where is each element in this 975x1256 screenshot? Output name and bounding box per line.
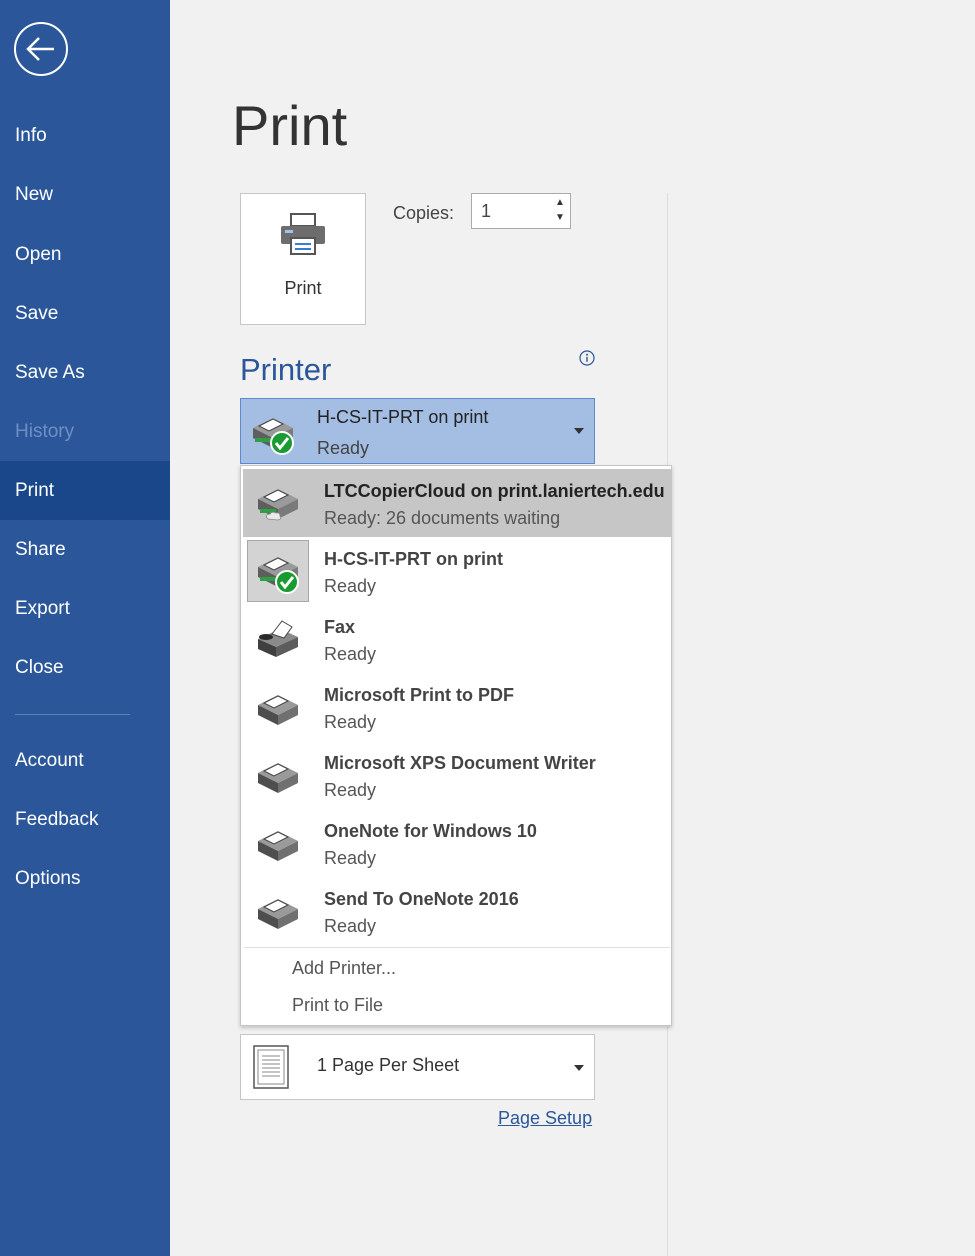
copies-increment-icon[interactable]: ▲ <box>554 196 566 210</box>
printer-icon-wrap <box>247 608 309 670</box>
printer-default-icon <box>258 557 299 594</box>
printer-icon <box>258 695 298 725</box>
printer-name: Microsoft Print to PDF <box>324 685 514 705</box>
nav-save[interactable]: Save <box>0 284 170 343</box>
add-printer-link[interactable]: Add Printer... <box>292 958 396 979</box>
printer-heading: Printer <box>240 352 332 387</box>
chevron-down-icon <box>574 428 584 434</box>
nav-new[interactable]: New <box>0 165 170 224</box>
page-title: Print <box>232 94 348 157</box>
printer-status: Ready: 26 documents waiting <box>324 508 561 528</box>
printer-name: Send To OneNote 2016 <box>324 889 519 909</box>
printer-icon <box>258 899 298 929</box>
pages-per-sheet-dropdown[interactable]: 1 Page Per Sheet <box>240 1034 595 1100</box>
printer-list-item[interactable]: Microsoft XPS Document Writer Ready <box>243 741 671 809</box>
printer-icon-wrap <box>247 540 309 602</box>
printer-list-divider <box>244 947 670 948</box>
nav-account[interactable]: Account <box>0 731 170 790</box>
copies-decrement-icon[interactable]: ▼ <box>554 211 566 225</box>
printer-icon-wrap <box>247 744 309 806</box>
nav-close[interactable]: Close <box>0 638 170 697</box>
nav-export[interactable]: Export <box>0 579 170 638</box>
print-button[interactable]: Print <box>240 193 366 325</box>
info-icon[interactable] <box>579 350 595 366</box>
printer-list-item[interactable]: OneNote for Windows 10 Ready <box>243 809 671 877</box>
print-button-label: Print <box>284 278 322 298</box>
nav-info[interactable]: Info <box>0 106 170 165</box>
printer-icon <box>281 213 325 255</box>
selected-printer-status: Ready <box>317 438 370 458</box>
printer-icon <box>258 763 298 793</box>
printer-name: OneNote for Windows 10 <box>324 821 537 841</box>
printer-icon <box>258 831 298 861</box>
sidebar-divider <box>15 714 130 715</box>
printer-status: Ready <box>324 780 377 800</box>
nav-save-as[interactable]: Save As <box>0 343 170 402</box>
nav-feedback[interactable]: Feedback <box>0 790 170 849</box>
nav-share[interactable]: Share <box>0 520 170 579</box>
nav-print[interactable]: Print <box>0 461 170 520</box>
nav-options[interactable]: Options <box>0 849 170 908</box>
printer-name: Fax <box>324 617 356 637</box>
backstage-sidebar: Info New Open Save Save As History Print… <box>0 0 170 1256</box>
document-page-icon <box>253 1045 289 1089</box>
fax-icon <box>258 620 298 657</box>
page-setup-link[interactable]: Page Setup <box>498 1108 592 1129</box>
printer-cloud-icon <box>258 489 298 521</box>
nav-history: History <box>15 421 75 442</box>
printer-icon-wrap <box>247 880 309 942</box>
print-to-file-option[interactable]: Print to File <box>292 995 383 1016</box>
printer-dropdown[interactable]: H-CS-IT-PRT on print Ready <box>240 398 595 464</box>
printer-name: Microsoft XPS Document Writer <box>324 753 596 773</box>
selected-printer-name: H-CS-IT-PRT on print <box>317 407 489 427</box>
printer-default-icon <box>253 418 294 455</box>
copies-label: Copies: <box>393 203 455 223</box>
printer-icon-wrap <box>247 812 309 874</box>
printer-list-item[interactable]: Fax Ready <box>243 605 671 673</box>
back-arrow-icon[interactable] <box>14 22 68 76</box>
printer-icon-wrap <box>247 676 309 738</box>
printer-status: Ready <box>324 916 377 936</box>
printer-status: Ready <box>324 848 377 868</box>
printer-status: Ready <box>324 712 377 732</box>
printer-name: H-CS-IT-PRT on print <box>324 549 503 569</box>
pages-per-sheet-label: 1 Page Per Sheet <box>317 1055 460 1075</box>
printer-list: LTCCopierCloud on print.laniertech.edu R… <box>240 465 672 1026</box>
printer-list-item[interactable]: H-CS-IT-PRT on print Ready <box>243 537 671 605</box>
copies-input[interactable]: 1 ▲ ▼ <box>471 193 571 229</box>
printer-list-item[interactable]: Microsoft Print to PDF Ready <box>243 673 671 741</box>
copies-value: 1 <box>481 201 492 221</box>
printer-status: Ready <box>324 644 377 664</box>
printer-status: Ready <box>324 576 377 596</box>
printer-list-item[interactable]: Send To OneNote 2016 Ready <box>243 877 671 945</box>
chevron-down-icon <box>574 1065 584 1071</box>
printer-name: LTCCopierCloud on print.laniertech.edu <box>324 481 665 501</box>
nav-open[interactable]: Open <box>0 225 170 284</box>
printer-list-item[interactable]: LTCCopierCloud on print.laniertech.edu R… <box>243 469 671 537</box>
printer-icon-wrap <box>247 472 309 534</box>
